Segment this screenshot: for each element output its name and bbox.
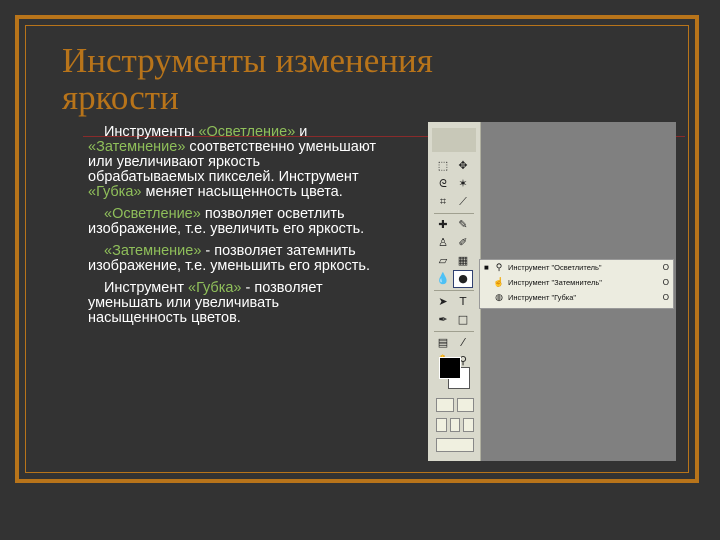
selected-bullet-icon: ■ (484, 263, 489, 272)
dodge-icon: ⚲ (495, 262, 503, 272)
mask-mode-buttons (436, 398, 474, 412)
flyout-item-sponge[interactable]: ◍ Инструмент "Губка" O (480, 290, 673, 305)
shortcut-o: O (662, 278, 669, 287)
screen-mode-3-icon[interactable] (463, 418, 475, 432)
path-selection-tool-icon[interactable]: ➤ (434, 294, 452, 310)
paragraph-4: Инструмент «Губка» - позволяет уменьшать… (88, 281, 378, 326)
tool-grid: ⬚✥ ᘓ✶ ⌗⟋ ✚✎ ♙✐ ▱▦ 💧● ➤T ✒□ ▤⁄ ✋⚲ (434, 158, 474, 371)
slide-body: Инструменты «Осветление» и «Затемнение» … (88, 125, 378, 333)
highlight-dodge: «Осветление» (104, 206, 201, 222)
shortcut-o: O (662, 293, 669, 302)
blur-tool-icon[interactable]: 💧 (434, 271, 452, 287)
feather-logo-icon (432, 128, 476, 152)
slide-title: Инструменты изменения яркости (62, 41, 433, 117)
notes-tool-icon[interactable]: ▤ (434, 335, 452, 351)
text-run: меняет насыщенность цвета. (141, 184, 343, 200)
text-run: Инструменты (104, 124, 199, 140)
quick-mask-mode-icon[interactable] (456, 398, 474, 412)
screen-mode-2-icon[interactable] (449, 418, 461, 432)
flyout-item-burn[interactable]: ☝ Инструмент "Затемнитель" O (480, 275, 673, 290)
highlight-sponge: «Губка» (188, 280, 242, 296)
highlight-sponge: «Губка» (88, 184, 142, 200)
foreground-color-swatch[interactable] (439, 357, 461, 379)
eyedropper-tool-icon[interactable]: ⁄ (454, 335, 472, 351)
gradient-tool-icon[interactable]: ▦ (454, 253, 472, 269)
paragraph-2: «Осветление» позволяет осветлить изображ… (88, 207, 378, 237)
text-run: и (295, 124, 308, 140)
paragraph-3: «Затемнение» - позволяет затемнить изобр… (88, 244, 378, 274)
highlight-burn: «Затемнение» (88, 139, 186, 155)
slice-tool-icon[interactable]: ⟋ (454, 194, 472, 210)
photoshop-toolbox: ⬚✥ ᘓ✶ ⌗⟋ ✚✎ ♙✐ ▱▦ 💧● ➤T ✒□ ▤⁄ ✋⚲ (428, 122, 481, 461)
toolbox-screenshot: ⬚✥ ᘓ✶ ⌗⟋ ✚✎ ♙✐ ▱▦ 💧● ➤T ✒□ ▤⁄ ✋⚲ (428, 122, 676, 461)
crop-tool-icon[interactable]: ⌗ (434, 194, 452, 210)
highlight-burn: «Затемнение» (104, 243, 202, 259)
standard-mode-icon[interactable] (436, 398, 454, 412)
healing-brush-tool-icon[interactable]: ✚ (434, 217, 452, 233)
screen-mode-buttons (436, 418, 475, 432)
shortcut-o: O (662, 263, 669, 272)
stamp-tool-icon[interactable]: ♙ (434, 235, 452, 251)
highlight-dodge: «Осветление» (198, 124, 296, 140)
flyout-item-dodge[interactable]: ■ ⚲ Инструмент "Осветлитель" O (480, 260, 673, 275)
lasso-tool-icon[interactable]: ᘓ (434, 176, 452, 192)
dodge-tool-icon[interactable]: ● (453, 270, 473, 288)
history-brush-tool-icon[interactable]: ✐ (454, 235, 472, 251)
brush-tool-icon[interactable]: ✎ (454, 217, 472, 233)
burn-icon: ☝ (493, 277, 505, 287)
sponge-icon: ◍ (495, 292, 503, 302)
eraser-tool-icon[interactable]: ▱ (434, 253, 452, 269)
type-tool-icon[interactable]: T (454, 294, 472, 310)
pen-tool-icon[interactable]: ✒ (434, 312, 452, 328)
tool-flyout-menu: ■ ⚲ Инструмент "Осветлитель" O ☝ Инструм… (479, 259, 674, 309)
marquee-tool-icon[interactable]: ⬚ (434, 158, 452, 174)
shape-tool-icon[interactable]: □ (454, 312, 472, 328)
screen-mode-1-icon[interactable] (436, 418, 447, 432)
magic-wand-tool-icon[interactable]: ✶ (454, 176, 472, 192)
imageready-icon[interactable] (436, 438, 474, 452)
move-tool-icon[interactable]: ✥ (454, 158, 472, 174)
jump-to-imageready-button (436, 438, 474, 452)
paragraph-1: Инструменты «Осветление» и «Затемнение» … (88, 125, 378, 200)
text-run: Инструмент (104, 280, 189, 296)
